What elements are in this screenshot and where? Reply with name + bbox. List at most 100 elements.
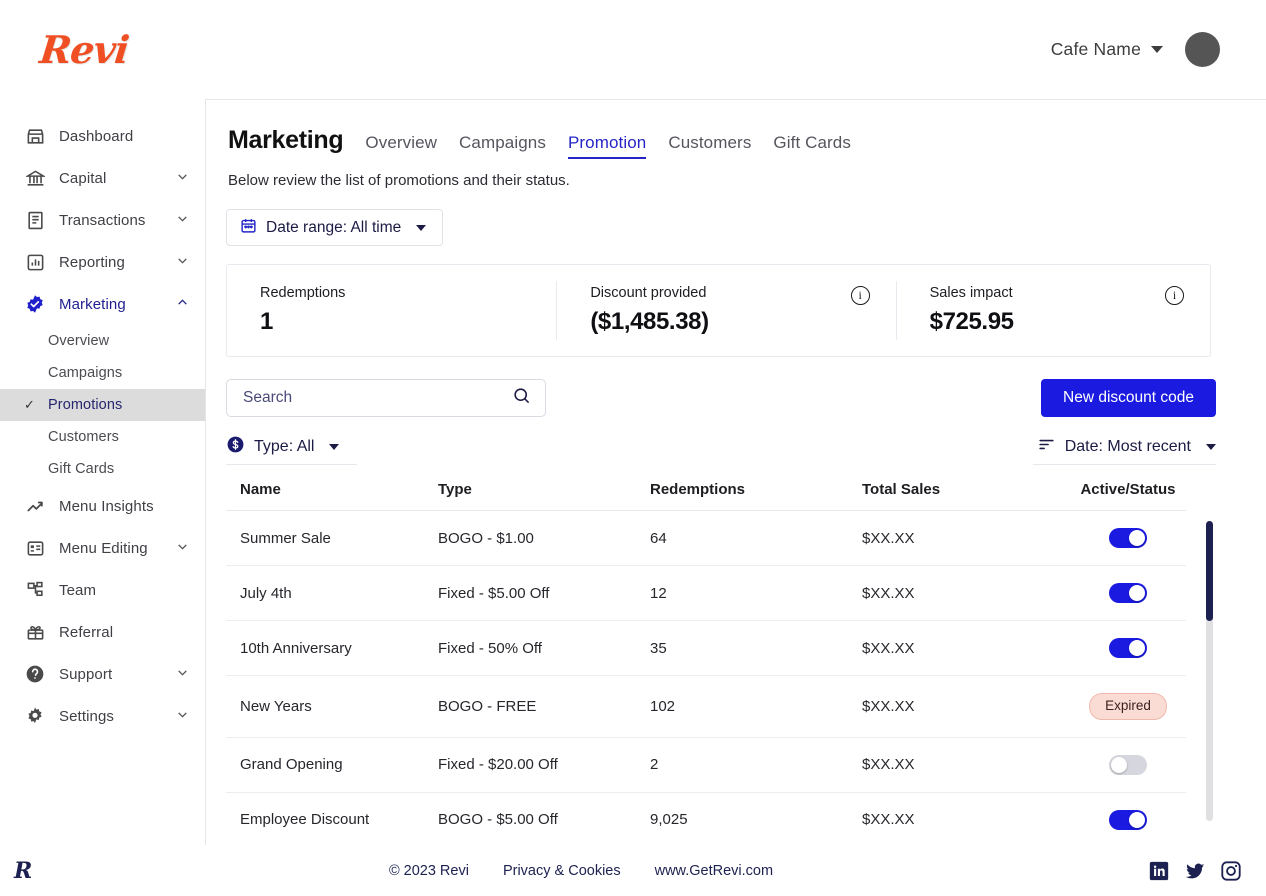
cell-name: July 4th	[226, 566, 438, 621]
table-row[interactable]: Summer Sale BOGO - $1.00 64 $XX.XX	[226, 511, 1186, 566]
cell-type: Fixed - 50% Off	[438, 621, 650, 676]
instagram-icon[interactable]	[1220, 860, 1242, 882]
stat-value: 1	[260, 308, 556, 336]
new-discount-code-button[interactable]: New discount code	[1041, 379, 1216, 417]
cell-name: Summer Sale	[226, 511, 438, 566]
status-toggle[interactable]	[1109, 528, 1147, 548]
sidebar-item-label: Transactions	[59, 212, 176, 229]
table-row[interactable]: 10th Anniversary Fixed - 50% Off 35 $XX.…	[226, 621, 1186, 676]
sidebar-item-marketing[interactable]: Marketing	[0, 283, 205, 325]
cell-type: Fixed - $20.00 Off	[438, 737, 650, 792]
linkedin-icon[interactable]	[1148, 860, 1170, 882]
search-icon[interactable]	[512, 386, 531, 410]
sidebar-subitem-gift-cards[interactable]: Gift Cards	[0, 453, 205, 485]
chevron-down-icon[interactable]	[176, 170, 189, 186]
table-scrollbar-track[interactable]	[1206, 521, 1213, 821]
search-input[interactable]	[243, 389, 512, 407]
cell-status	[1070, 511, 1186, 566]
table-row[interactable]: Employee Discount BOGO - $5.00 Off 9,025…	[226, 792, 1186, 845]
sidebar-item-capital[interactable]: Capital	[0, 157, 205, 199]
status-badge[interactable]: Expired	[1089, 693, 1167, 720]
cell-redemptions: 102	[650, 676, 862, 738]
toggle-knob	[1129, 585, 1145, 601]
cell-name: 10th Anniversary	[226, 621, 438, 676]
cell-total-sales: $XX.XX	[862, 676, 1070, 738]
cell-redemptions: 64	[650, 511, 862, 566]
column-header-total-sales[interactable]: Total Sales	[862, 471, 1070, 511]
footer-website-link[interactable]: www.GetRevi.com	[655, 863, 773, 879]
sort-filter[interactable]: Date: Most recent	[1033, 429, 1216, 465]
chevron-down-icon[interactable]	[176, 666, 189, 682]
column-header-status[interactable]: Active/Status	[1070, 471, 1186, 511]
sidebar-subitem-label: Overview	[48, 333, 109, 349]
table-row[interactable]: Grand Opening Fixed - $20.00 Off 2 $XX.X…	[226, 737, 1186, 792]
tab-campaigns[interactable]: Campaigns	[459, 133, 546, 157]
table-row[interactable]: July 4th Fixed - $5.00 Off 12 $XX.XX	[226, 566, 1186, 621]
sidebar-item-referral[interactable]: Referral	[0, 611, 205, 653]
gift-icon	[24, 621, 46, 643]
footer-copyright: © 2023 Revi	[389, 863, 469, 879]
cell-name: New Years	[226, 676, 438, 738]
sidebar-item-label: Dashboard	[59, 128, 189, 145]
type-filter[interactable]: Type: All	[226, 429, 357, 465]
tab-customers[interactable]: Customers	[668, 133, 751, 157]
account-name: Cafe Name	[1051, 39, 1141, 60]
revi-logo: Revi	[38, 27, 131, 72]
status-toggle[interactable]	[1109, 810, 1147, 830]
calendar-icon	[240, 217, 257, 239]
chevron-down-icon[interactable]	[176, 540, 189, 556]
search-box[interactable]	[226, 379, 546, 417]
sidebar-item-settings[interactable]: Settings	[0, 695, 205, 737]
filter-row: Type: All Date: Most recent	[226, 429, 1216, 465]
cell-redemptions: 2	[650, 737, 862, 792]
sidebar-item-menu-insights[interactable]: Menu Insights	[0, 485, 205, 527]
top-bar: Revi Cafe Name	[0, 0, 1266, 99]
sidebar-subitem-campaigns[interactable]: Campaigns	[0, 357, 205, 389]
sidebar-subitem-customers[interactable]: Customers	[0, 421, 205, 453]
sidebar-item-team[interactable]: Team	[0, 569, 205, 611]
tab-promotion[interactable]: Promotion	[568, 133, 646, 159]
sidebar-item-label: Team	[59, 582, 189, 599]
footer-links: © 2023 Revi Privacy & Cookies www.GetRev…	[194, 863, 1148, 879]
sidebar-item-support[interactable]: Support	[0, 653, 205, 695]
sidebar-item-label: Capital	[59, 170, 176, 187]
column-header-name[interactable]: Name	[226, 471, 438, 511]
sidebar-item-dashboard[interactable]: Dashboard	[0, 115, 205, 157]
account-menu[interactable]: Cafe Name	[1051, 32, 1220, 67]
sidebar-subitem-promotions[interactable]: ✓ Promotions	[0, 389, 205, 421]
twitter-icon[interactable]	[1184, 860, 1206, 882]
info-icon[interactable]: i	[851, 286, 870, 305]
sidebar-subitem-overview[interactable]: Overview	[0, 325, 205, 357]
footer-logo: R	[14, 858, 194, 884]
chevron-up-icon[interactable]	[176, 296, 189, 312]
stat-label: Redemptions	[260, 285, 556, 301]
sidebar-item-reporting[interactable]: Reporting	[0, 241, 205, 283]
status-toggle[interactable]	[1109, 583, 1147, 603]
check-icon: ✓	[24, 397, 48, 413]
toggle-knob	[1129, 640, 1145, 656]
chevron-down-icon	[329, 444, 339, 450]
info-icon[interactable]: i	[1165, 286, 1184, 305]
chevron-down-icon[interactable]	[176, 212, 189, 228]
sidebar-item-label: Reporting	[59, 254, 176, 271]
footer-privacy-link[interactable]: Privacy & Cookies	[503, 863, 621, 879]
sidebar-item-transactions[interactable]: Transactions	[0, 199, 205, 241]
tab-overview[interactable]: Overview	[365, 133, 437, 157]
table-scrollbar-thumb[interactable]	[1206, 521, 1213, 621]
stats-card: Redemptions 1 Discount provided ($1,485.…	[226, 264, 1211, 357]
status-toggle[interactable]	[1109, 638, 1147, 658]
chevron-down-icon[interactable]	[176, 708, 189, 724]
stat-redemptions: Redemptions 1	[227, 265, 556, 356]
column-header-redemptions[interactable]: Redemptions	[650, 471, 862, 511]
avatar[interactable]	[1185, 32, 1220, 67]
status-toggle[interactable]	[1109, 755, 1147, 775]
tab-gift-cards[interactable]: Gift Cards	[773, 133, 851, 157]
column-header-type[interactable]: Type	[438, 471, 650, 511]
cell-redemptions: 9,025	[650, 792, 862, 845]
date-range-selector[interactable]: Date range: All time	[226, 209, 443, 246]
stat-value: $725.95	[930, 308, 1210, 336]
sidebar-item-menu-editing[interactable]: Menu Editing	[0, 527, 205, 569]
table-row[interactable]: New Years BOGO - FREE 102 $XX.XX Expired	[226, 676, 1186, 738]
sidebar-item-label: Referral	[59, 624, 189, 641]
chevron-down-icon[interactable]	[176, 254, 189, 270]
